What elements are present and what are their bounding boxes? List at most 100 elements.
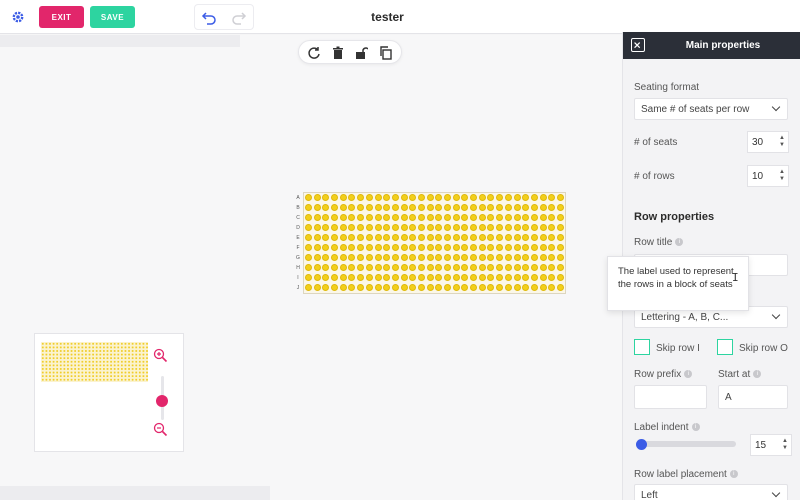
seat[interactable] bbox=[452, 204, 460, 211]
seat[interactable] bbox=[417, 234, 425, 241]
seat[interactable] bbox=[391, 214, 399, 221]
seat[interactable] bbox=[478, 214, 486, 221]
seat[interactable] bbox=[391, 264, 399, 271]
seat[interactable] bbox=[357, 254, 365, 261]
seat[interactable] bbox=[339, 244, 347, 251]
seat[interactable] bbox=[322, 274, 330, 281]
seat[interactable] bbox=[487, 264, 495, 271]
seat[interactable] bbox=[487, 214, 495, 221]
seat[interactable] bbox=[400, 204, 408, 211]
seat[interactable] bbox=[426, 234, 434, 241]
seat[interactable] bbox=[435, 194, 443, 201]
seat[interactable] bbox=[435, 204, 443, 211]
seat[interactable] bbox=[478, 244, 486, 251]
seat[interactable] bbox=[417, 194, 425, 201]
seat[interactable] bbox=[339, 274, 347, 281]
save-button[interactable]: SAVE bbox=[90, 6, 135, 28]
seat[interactable] bbox=[504, 214, 512, 221]
seat[interactable] bbox=[339, 224, 347, 231]
seat[interactable] bbox=[478, 194, 486, 201]
seat[interactable] bbox=[470, 244, 478, 251]
seat[interactable] bbox=[383, 224, 391, 231]
seat[interactable] bbox=[426, 224, 434, 231]
seat[interactable] bbox=[478, 224, 486, 231]
seat[interactable] bbox=[339, 254, 347, 261]
info-icon[interactable]: i bbox=[675, 238, 684, 247]
seat[interactable] bbox=[496, 284, 504, 291]
seat[interactable] bbox=[348, 194, 356, 201]
seat[interactable] bbox=[513, 224, 521, 231]
seat[interactable] bbox=[444, 244, 451, 251]
seat[interactable] bbox=[444, 284, 451, 291]
seat[interactable] bbox=[444, 224, 451, 231]
seat[interactable] bbox=[391, 274, 399, 281]
seat[interactable] bbox=[556, 234, 564, 241]
seat[interactable] bbox=[556, 224, 564, 231]
seat[interactable] bbox=[322, 194, 330, 201]
seat[interactable] bbox=[374, 284, 382, 291]
seat[interactable] bbox=[504, 224, 512, 231]
seat[interactable] bbox=[409, 224, 417, 231]
seat[interactable] bbox=[444, 254, 451, 261]
seat[interactable] bbox=[444, 264, 451, 271]
seat[interactable] bbox=[417, 244, 425, 251]
seat[interactable] bbox=[487, 194, 495, 201]
seat[interactable] bbox=[331, 254, 339, 261]
seat[interactable] bbox=[504, 264, 512, 271]
seat[interactable] bbox=[548, 244, 556, 251]
seat[interactable] bbox=[305, 264, 312, 271]
seat[interactable] bbox=[504, 274, 512, 281]
seat[interactable] bbox=[383, 234, 391, 241]
seat[interactable] bbox=[487, 274, 495, 281]
seat[interactable] bbox=[513, 244, 521, 251]
seat[interactable] bbox=[435, 244, 443, 251]
seat[interactable] bbox=[365, 194, 373, 201]
unlock-icon[interactable] bbox=[354, 46, 369, 60]
seat[interactable] bbox=[305, 214, 312, 221]
seat[interactable] bbox=[409, 234, 417, 241]
seat[interactable] bbox=[461, 194, 469, 201]
seat[interactable] bbox=[348, 264, 356, 271]
seat[interactable] bbox=[530, 284, 538, 291]
seat[interactable] bbox=[435, 214, 443, 221]
seat[interactable] bbox=[461, 234, 469, 241]
seat[interactable] bbox=[487, 224, 495, 231]
seat[interactable] bbox=[365, 214, 373, 221]
seat[interactable] bbox=[452, 194, 460, 201]
seat[interactable] bbox=[322, 234, 330, 241]
seat[interactable] bbox=[470, 214, 478, 221]
seat[interactable] bbox=[391, 284, 399, 291]
seat[interactable] bbox=[391, 224, 399, 231]
seat[interactable] bbox=[400, 214, 408, 221]
seat[interactable] bbox=[348, 254, 356, 261]
seat[interactable] bbox=[339, 284, 347, 291]
seat[interactable] bbox=[513, 234, 521, 241]
seat[interactable] bbox=[539, 244, 547, 251]
seat[interactable] bbox=[374, 244, 382, 251]
info-icon[interactable]: i bbox=[684, 370, 693, 379]
seat[interactable] bbox=[530, 194, 538, 201]
seat[interactable] bbox=[461, 244, 469, 251]
seats-stepper[interactable]: 30 ▲ ▼ bbox=[747, 131, 789, 153]
seat[interactable] bbox=[487, 234, 495, 241]
seat[interactable] bbox=[357, 264, 365, 271]
seat[interactable] bbox=[365, 284, 373, 291]
seat[interactable] bbox=[357, 224, 365, 231]
seat[interactable] bbox=[548, 234, 556, 241]
row-prefix-input[interactable] bbox=[634, 385, 707, 409]
seat[interactable] bbox=[331, 274, 339, 281]
seat[interactable] bbox=[461, 224, 469, 231]
seat[interactable] bbox=[548, 274, 556, 281]
seat[interactable] bbox=[313, 284, 321, 291]
seat[interactable] bbox=[409, 284, 417, 291]
seat[interactable] bbox=[556, 264, 564, 271]
seat[interactable] bbox=[313, 254, 321, 261]
zoom-slider-knob[interactable] bbox=[156, 395, 168, 407]
trash-icon[interactable] bbox=[331, 46, 345, 60]
seat[interactable] bbox=[383, 254, 391, 261]
seat[interactable] bbox=[331, 244, 339, 251]
minimap[interactable] bbox=[34, 333, 184, 452]
copy-icon[interactable] bbox=[379, 46, 393, 60]
seat[interactable] bbox=[461, 214, 469, 221]
seat[interactable] bbox=[530, 224, 538, 231]
